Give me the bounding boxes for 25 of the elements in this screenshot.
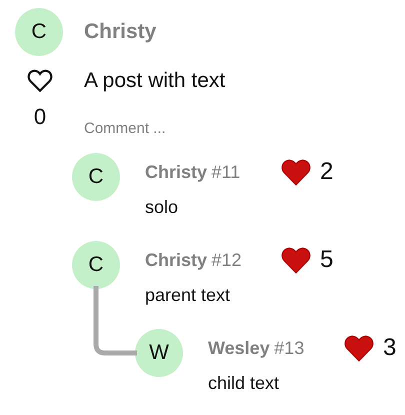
comment-text: parent text: [145, 284, 232, 307]
avatar: W: [135, 329, 183, 377]
like-count: 3: [383, 333, 396, 363]
comment-field[interactable]: Comment ...: [84, 118, 284, 140]
avatar: C: [72, 241, 120, 289]
comment-text: child text: [208, 372, 280, 395]
author-name: Wesley: [208, 338, 270, 358]
comment-number: #12: [211, 250, 242, 270]
post-text: A post with text: [84, 69, 226, 92]
like-count: 2: [320, 157, 334, 187]
avatar: C: [15, 8, 63, 56]
comment-number: #11: [211, 162, 240, 182]
comment-text: solo: [145, 196, 180, 219]
filled-heart-icon[interactable]: [343, 334, 375, 362]
avatar: C: [72, 153, 120, 201]
author-name: Christy: [84, 20, 156, 44]
heart-icon[interactable]: [27, 69, 53, 92]
comment-number: #13: [274, 338, 304, 358]
filled-heart-icon[interactable]: [280, 246, 312, 274]
author-name: Christy: [145, 162, 208, 182]
filled-heart-icon[interactable]: [280, 158, 312, 186]
connector-line: [94, 286, 137, 356]
like-count: 0: [34, 105, 46, 131]
author-name: Christy: [145, 250, 208, 270]
like-count: 5: [320, 245, 334, 275]
